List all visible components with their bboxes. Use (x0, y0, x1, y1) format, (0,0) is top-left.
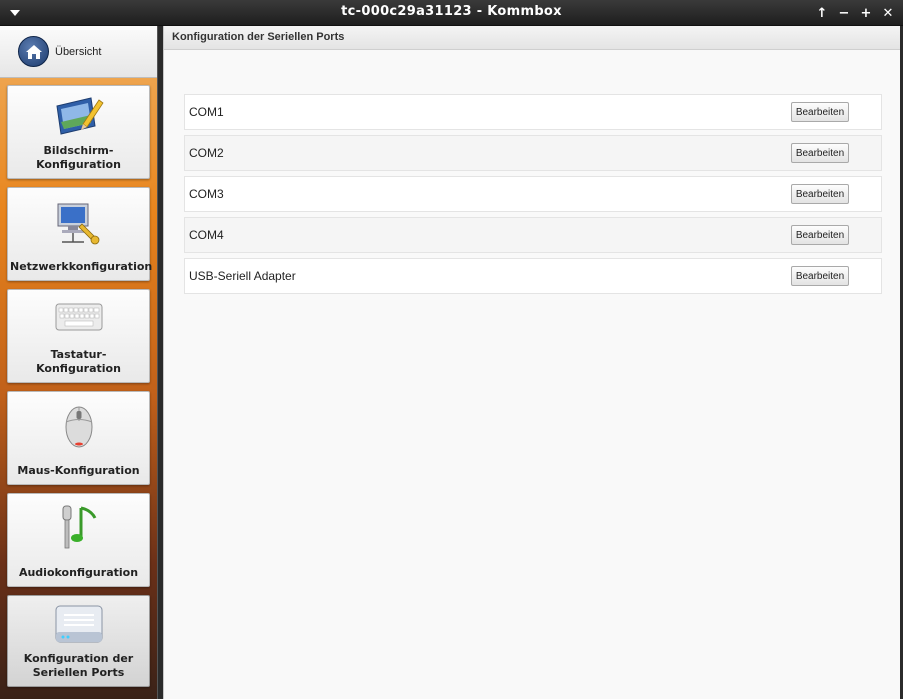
sidebar-item-label: Netzwerkkonfiguration (10, 260, 153, 273)
page-title: Konfiguration der Seriellen Ports (164, 26, 900, 50)
port-row-com2: COM2 Bearbeiten (184, 135, 882, 171)
sidebar-item-network[interactable]: Netzwerkkonfiguration (7, 187, 153, 281)
arrow-up-button[interactable]: ↑ (813, 4, 831, 22)
overview-button[interactable]: Übersicht (0, 26, 157, 78)
overview-label: Übersicht (55, 45, 102, 58)
edit-com1-button[interactable]: Bearbeiten (791, 102, 849, 122)
sidebar-item-display[interactable]: Bildschirm- Konfiguration (7, 85, 150, 179)
sidebar-item-keyboard[interactable]: Tastatur- Konfiguration (7, 289, 150, 383)
main-panel: Konfiguration der Seriellen Ports COM1 B… (163, 26, 900, 699)
sidebar-item-label: Tastatur- Konfiguration (36, 348, 121, 375)
sidebar-item-label: Maus-Konfiguration (17, 464, 140, 477)
home-icon (18, 36, 49, 67)
sidebar-item-label: Audiokonfiguration (18, 566, 139, 579)
mouse-icon (8, 402, 149, 450)
port-name: USB-Seriell Adapter (189, 269, 296, 283)
sidebar: Übersicht Bildschirm- Konfiguration Netz… (0, 26, 158, 699)
sidebar-item-serial-ports[interactable]: Konfiguration der Seriellen Ports (7, 595, 150, 687)
edit-com4-button[interactable]: Bearbeiten (791, 225, 849, 245)
port-row-com1: COM1 Bearbeiten (184, 94, 882, 130)
keyboard-icon (8, 302, 149, 332)
port-name: COM2 (189, 146, 224, 160)
title-bar: tc-000c29a31123 - Kommbox ↑ − + ✕ (0, 0, 903, 26)
port-list: COM1 Bearbeiten COM2 Bearbeiten COM3 Bea… (184, 94, 882, 299)
port-row-com4: COM4 Bearbeiten (184, 217, 882, 253)
port-row-usb-serial: USB-Seriell Adapter Bearbeiten (184, 258, 882, 294)
window-controls: ↑ − + ✕ (813, 4, 897, 22)
serial-device-icon (8, 604, 149, 646)
edit-com3-button[interactable]: Bearbeiten (791, 184, 849, 204)
edit-usb-serial-button[interactable]: Bearbeiten (791, 266, 849, 286)
close-button[interactable]: ✕ (879, 4, 897, 22)
port-name: COM3 (189, 187, 224, 201)
maximize-button[interactable]: + (857, 4, 875, 22)
network-computer-icon (8, 200, 149, 248)
monitor-pencil-icon (8, 94, 149, 138)
port-row-com3: COM3 Bearbeiten (184, 176, 882, 212)
sidebar-item-audio[interactable]: Audiokonfiguration (7, 493, 150, 587)
sidebar-item-label: Konfiguration der Seriellen Ports (23, 652, 134, 679)
port-name: COM4 (189, 228, 224, 242)
port-name: COM1 (189, 105, 224, 119)
microphone-music-icon (8, 502, 149, 552)
edit-com2-button[interactable]: Bearbeiten (791, 143, 849, 163)
sidebar-item-label: Bildschirm- Konfiguration (36, 144, 121, 171)
window-title: tc-000c29a31123 - Kommbox (341, 4, 562, 19)
sidebar-item-mouse[interactable]: Maus-Konfiguration (7, 391, 150, 485)
minimize-button[interactable]: − (835, 4, 853, 22)
